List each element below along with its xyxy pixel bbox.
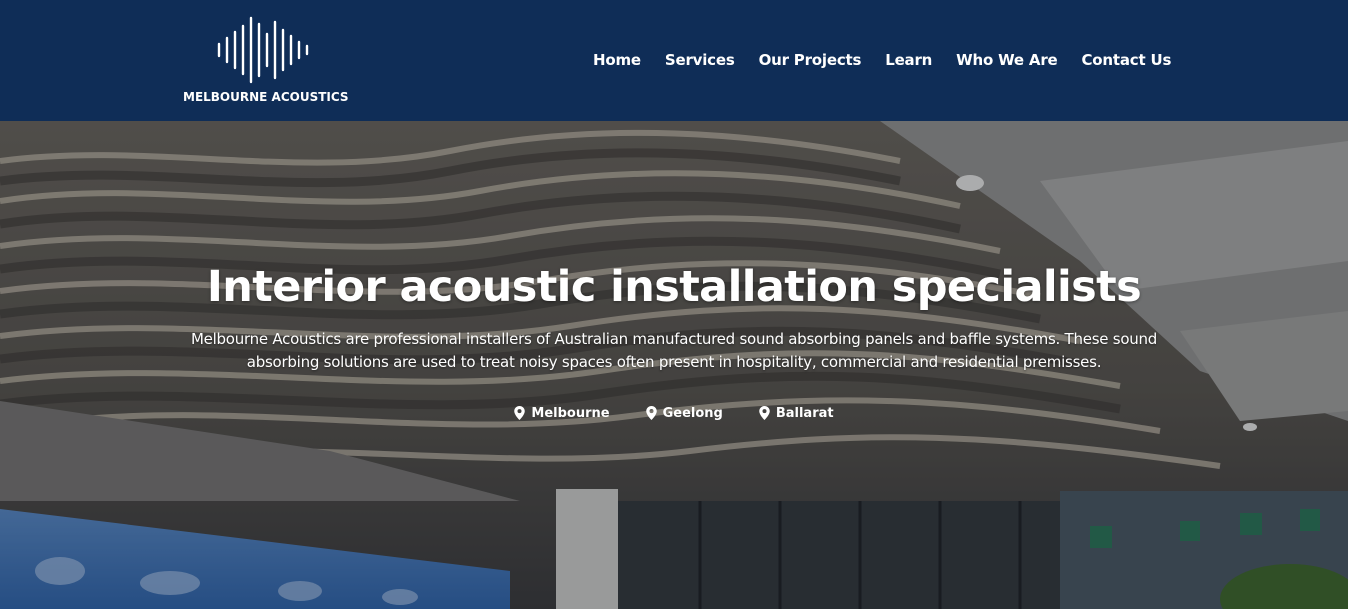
site-header: MELBOURNE ACOUSTICS Home Services Our Pr…: [0, 0, 1348, 121]
location-geelong: Geelong: [645, 403, 723, 423]
nav-who-we-are[interactable]: Who We Are: [956, 49, 1058, 71]
map-pin-icon: [514, 406, 526, 420]
nav-our-projects[interactable]: Our Projects: [759, 49, 862, 71]
location-label: Melbourne: [531, 405, 610, 421]
nav-home[interactable]: Home: [593, 49, 641, 71]
soundwave-icon: [217, 16, 309, 84]
nav-learn[interactable]: Learn: [885, 49, 932, 71]
hero-description: Melbourne Acoustics are professional ins…: [190, 330, 1158, 371]
locations-list: Melbourne Geelong Ballarat: [0, 403, 1348, 423]
location-ballarat: Ballarat: [759, 403, 834, 423]
nav-services[interactable]: Services: [665, 49, 735, 71]
location-melbourne: Melbourne: [514, 403, 610, 423]
map-pin-icon: [645, 406, 657, 420]
main-nav: Home Services Our Projects Learn Who We …: [593, 49, 1171, 71]
nav-contact-us[interactable]: Contact Us: [1082, 49, 1172, 71]
location-label: Ballarat: [775, 405, 834, 421]
map-pin-icon: [759, 406, 770, 420]
location-label: Geelong: [662, 405, 723, 421]
hero-title: Interior acoustic installation specialis…: [206, 262, 1142, 312]
hero-section: Interior acoustic installation specialis…: [0, 121, 1348, 609]
logo-text: MELBOURNE ACOUSTICS: [183, 90, 349, 104]
logo-link[interactable]: MELBOURNE ACOUSTICS: [183, 14, 349, 106]
